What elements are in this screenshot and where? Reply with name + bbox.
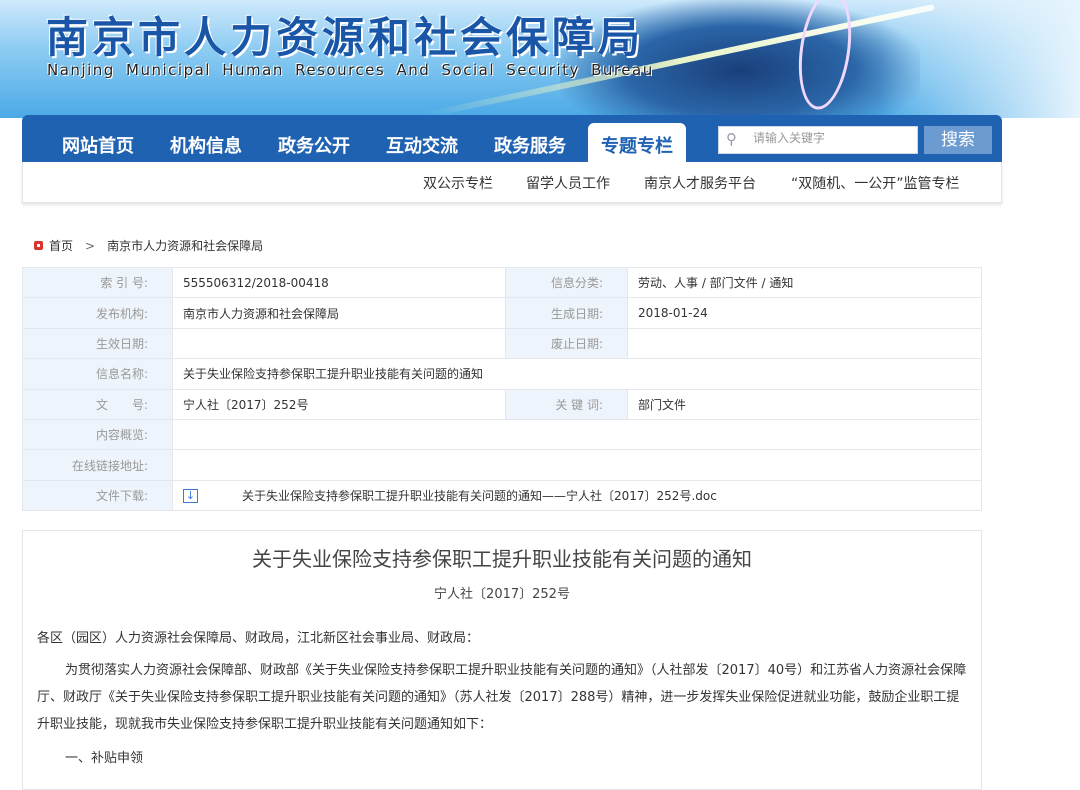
publisher-value: 南京市人力资源和社会保障局: [172, 297, 506, 329]
breadcrumb: 首页 > 南京市人力资源和社会保障局: [34, 237, 263, 254]
document-info-table: 索 引 号: 555506312/2018-00418 信息分类: 劳动、人事 …: [22, 266, 982, 512]
download-icon[interactable]: ↓: [183, 489, 198, 504]
name-value: 关于失业保险支持参保职工提升职业技能有关问题的通知: [172, 358, 982, 390]
effective-label: 生效日期:: [22, 327, 173, 360]
effective-value: [172, 327, 506, 360]
index-value: 555506312/2018-00418: [172, 266, 506, 299]
publisher-label: 发布机构:: [22, 297, 173, 329]
search-icon: ⚲: [726, 130, 737, 148]
download-label: 文件下载:: [22, 479, 173, 512]
subnav-supervision[interactable]: “双随机、一公开”监管专栏: [791, 173, 960, 193]
table-row: 内容概览:: [22, 418, 982, 451]
subnav-overseas-students[interactable]: 留学人员工作: [526, 173, 610, 193]
article-title: 关于失业保险支持参保职工提升职业技能有关问题的通知: [252, 547, 752, 571]
table-row: 信息名称: 关于失业保险支持参保职工提升职业技能有关问题的通知: [22, 358, 982, 390]
breadcrumb-current[interactable]: 南京市人力资源和社会保障局: [107, 237, 263, 254]
nav-government-affairs[interactable]: 政务公开: [278, 132, 350, 158]
site-logo-title[interactable]: 南京市人力资源和社会保障局: [46, 4, 644, 65]
category-label: 信息分类:: [505, 266, 628, 299]
created-value: 2018-01-24: [627, 297, 982, 329]
link-value: [172, 449, 982, 481]
search-button[interactable]: 搜索: [924, 126, 992, 154]
keywords-value: 部门文件: [627, 388, 982, 420]
download-link[interactable]: 关于失业保险支持参保职工提升职业技能有关问题的通知——宁人社〔2017〕252号…: [242, 489, 717, 503]
article-content: 关于失业保险支持参保职工提升职业技能有关问题的通知 宁人社〔2017〕252号 …: [22, 530, 982, 790]
article-section-heading: 一、补贴申领: [65, 751, 144, 766]
table-row: 生效日期: 废止日期:: [22, 327, 982, 360]
link-label: 在线链接地址:: [22, 449, 173, 481]
table-row: 在线链接地址:: [22, 449, 982, 481]
banner-fade: [880, 0, 1080, 118]
article-paragraph: 为贯彻落实人力资源社会保障部、财政部《关于失业保险支持参保职工提升职业技能有关问…: [37, 663, 967, 732]
main-nav: 网站首页 机构信息 政务公开 互动交流 政务服务 专题专栏 ⚲ 搜索: [22, 115, 1002, 162]
keywords-label: 关 键 词:: [505, 388, 628, 420]
summary-value: [172, 418, 982, 451]
created-label: 生成日期:: [505, 297, 628, 329]
subnav-dual-publicity[interactable]: 双公示专栏: [423, 173, 493, 193]
article-salutation: 各区（园区）人力资源社会保障局、财政局，江北新区社会事业局、财政局：: [37, 631, 480, 646]
home-icon: [34, 241, 43, 250]
search-input[interactable]: [753, 131, 913, 145]
table-row: 文件下载: ↓ 关于失业保险支持参保职工提升职业技能有关问题的通知——宁人社〔20…: [22, 479, 982, 512]
docno-value: 宁人社〔2017〕252号: [172, 388, 506, 420]
abolish-label: 废止日期:: [505, 327, 628, 360]
table-row: 发布机构: 南京市人力资源和社会保障局 生成日期: 2018-01-24: [22, 297, 982, 329]
article-number: 宁人社〔2017〕252号: [434, 587, 570, 602]
summary-label: 内容概览:: [22, 418, 173, 451]
subnav-talent-platform[interactable]: 南京人才服务平台: [644, 173, 756, 193]
abolish-value: [627, 327, 982, 360]
sub-nav: 双公示专栏 留学人员工作 南京人才服务平台 “双随机、一公开”监管专栏: [22, 162, 1002, 203]
chevron-right-icon: >: [85, 238, 96, 253]
nav-special-topics[interactable]: 专题专栏: [588, 123, 686, 162]
site-logo-subtitle: Nanjing Municipal Human Resources And So…: [47, 61, 654, 79]
breadcrumb-home[interactable]: 首页: [49, 237, 73, 254]
nav-services[interactable]: 政务服务: [494, 132, 566, 158]
category-value: 劳动、人事 / 部门文件 / 通知: [627, 266, 982, 299]
docno-label: 文 号:: [22, 388, 173, 420]
header-banner: 南京市人力资源和社会保障局 Nanjing Municipal Human Re…: [0, 0, 1080, 118]
nav-home[interactable]: 网站首页: [62, 132, 134, 158]
nav-interaction[interactable]: 互动交流: [386, 132, 458, 158]
table-row: 文 号: 宁人社〔2017〕252号 关 键 词: 部门文件: [22, 388, 982, 420]
table-row: 索 引 号: 555506312/2018-00418 信息分类: 劳动、人事 …: [22, 266, 982, 299]
index-label: 索 引 号:: [22, 266, 173, 299]
download-cell: ↓ 关于失业保险支持参保职工提升职业技能有关问题的通知——宁人社〔2017〕252…: [172, 479, 982, 512]
search-box: ⚲: [718, 126, 918, 154]
name-label: 信息名称:: [22, 358, 173, 390]
nav-organization[interactable]: 机构信息: [170, 132, 242, 158]
